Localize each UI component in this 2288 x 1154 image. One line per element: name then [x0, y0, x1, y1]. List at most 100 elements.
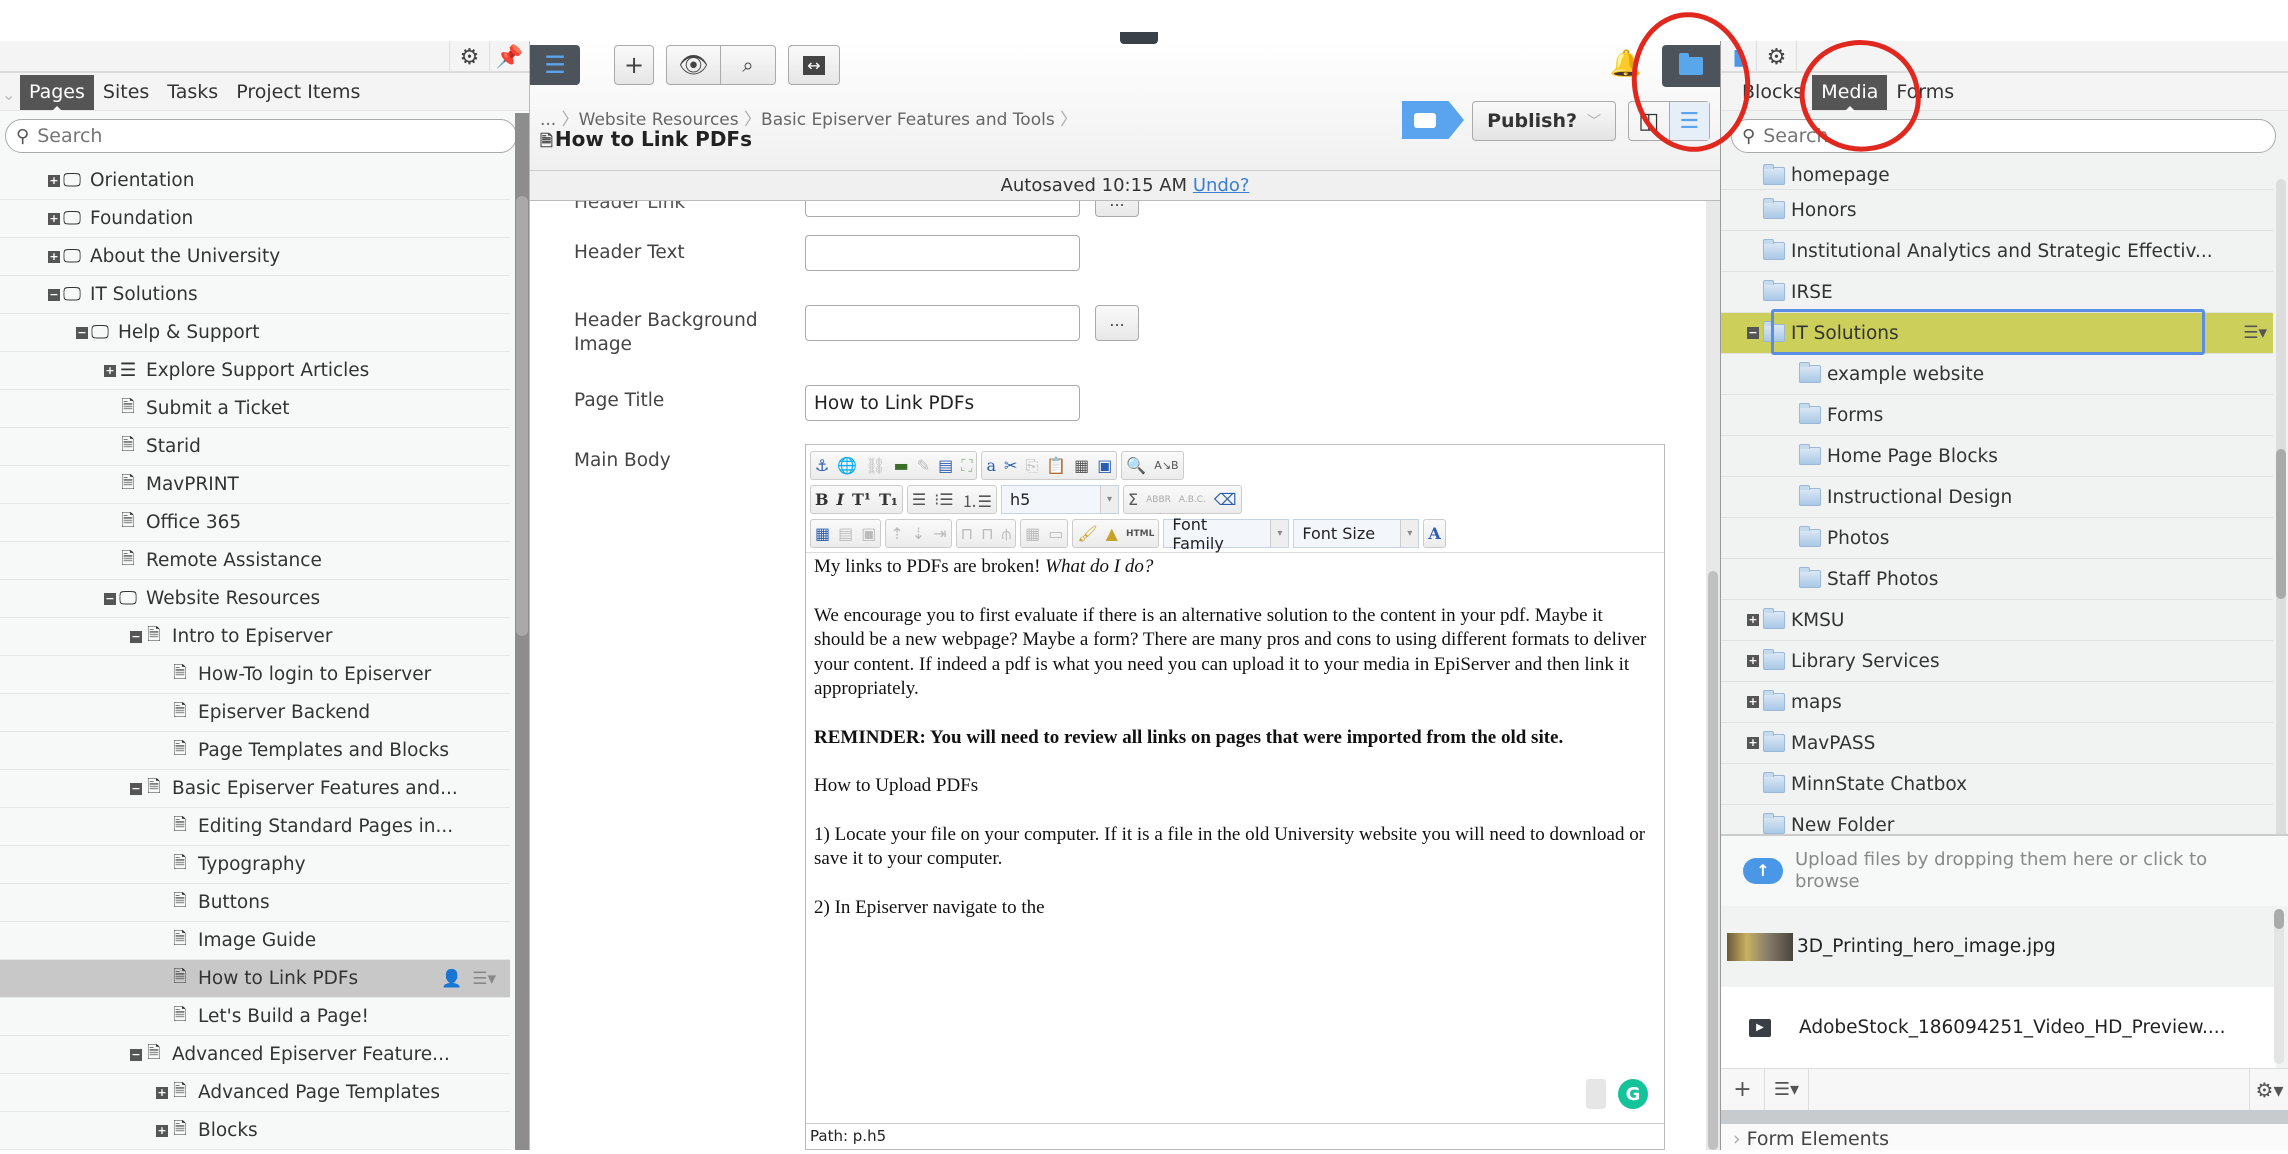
expand-icon[interactable]: + [48, 174, 60, 187]
page-tree-node[interactable]: 🗎 Remote Assistance [0, 542, 510, 580]
media-settings-button[interactable]: ⚙▾ [2249, 1069, 2288, 1111]
page-tree-node[interactable]: 🗎 Page Templates and Blocks [0, 732, 510, 770]
page-tree-node[interactable]: − 🖵 Website Resources [0, 580, 510, 618]
page-tree-node[interactable]: − 🖵 IT Solutions [0, 276, 510, 314]
media-folder-node[interactable]: + Library Services [1721, 641, 2273, 682]
page-tree-node[interactable]: + 🖵 About the University [0, 238, 510, 276]
expand-icon[interactable]: + [156, 1124, 168, 1137]
media-folder-node[interactable]: Institutional Analytics and Strategic Ef… [1721, 231, 2273, 272]
delete-row-icon[interactable]: ⇥ [933, 524, 946, 543]
superscript-icon[interactable]: T¹ [852, 490, 871, 509]
insert-image-icon[interactable]: ▬ [894, 456, 909, 475]
page-tree-node[interactable]: 🗎 Buttons [0, 884, 510, 922]
chevron-down-icon[interactable]: ⌄ [2, 85, 15, 104]
media-file-item[interactable]: ▶ AdobeStock_186094251_Video_HD_Preview..… [1721, 987, 2276, 1068]
expand-icon[interactable]: + [1747, 737, 1759, 749]
row-props-icon[interactable]: ▤ [838, 524, 853, 543]
media-folder-node[interactable]: homepage [1721, 162, 2273, 190]
rte-content[interactable]: My links to PDFs are broken! What do I d… [806, 553, 1664, 946]
cut-icon[interactable]: ✂ [1004, 456, 1017, 475]
block-format-select[interactable]: h5 ▾ [1001, 485, 1119, 514]
media-folder-node[interactable]: − IT Solutions ☰▾ [1721, 309, 2273, 355]
media-folder-node[interactable]: Forms [1721, 395, 2273, 436]
pane-splitter[interactable] [1721, 1110, 2288, 1124]
collapse-icon[interactable]: − [1747, 327, 1759, 339]
page-tree-node[interactable]: 🗎 Editing Standard Pages in... [0, 808, 510, 846]
eraser-icon[interactable]: ⌫ [1214, 490, 1237, 509]
nav-tab-tasks[interactable]: Tasks [158, 75, 227, 110]
settings-gear-icon[interactable]: ⚙ [1757, 41, 1797, 73]
insert-row-before-icon[interactable]: ⇡ [890, 524, 903, 543]
expand-icon[interactable]: + [104, 364, 116, 377]
page-tree-node[interactable]: 🗎 Office 365 [0, 504, 510, 542]
scrollbar-thumb[interactable] [516, 196, 528, 636]
media-folder-node[interactable]: Staff Photos [1721, 559, 2273, 600]
header-link-input[interactable] [805, 201, 1080, 217]
expand-icon[interactable]: + [1747, 614, 1759, 626]
file-list-scrollbar[interactable] [2274, 909, 2284, 1064]
copy-icon[interactable]: ⎘ [1025, 456, 1038, 476]
header-background-image-browse-button[interactable]: ... [1095, 305, 1139, 341]
insert-block-icon[interactable]: ⛶ [961, 456, 972, 476]
cleanup-brush-icon[interactable]: 🖌 [1077, 524, 1097, 543]
undo-link[interactable]: Undo? [1193, 175, 1250, 196]
insert-row-after-icon[interactable]: ⇣ [912, 524, 925, 543]
expand-icon[interactable]: + [1747, 655, 1759, 667]
sigma-icon[interactable]: Σ [1128, 490, 1138, 509]
publish-button[interactable]: Publish? ﹀ [1472, 101, 1616, 141]
page-tree-node[interactable]: − 🗎 Basic Episerver Features and... [0, 770, 510, 808]
settings-gear-icon[interactable]: ⚙ [449, 41, 489, 73]
page-tree-node[interactable]: 🗎 Typography [0, 846, 510, 884]
select-all-icon[interactable]: a [986, 456, 996, 475]
media-folder-node[interactable]: MinnState Chatbox [1721, 764, 2273, 805]
find-icon[interactable]: 🔍 [1126, 456, 1146, 475]
media-folder-node[interactable]: IRSE [1721, 272, 2273, 313]
media-folder-node[interactable]: Photos [1721, 518, 2273, 559]
pages-search-box[interactable]: ⚲ [5, 119, 517, 153]
expand-icon[interactable]: + [48, 250, 60, 263]
media-folder-node[interactable]: + MavPASS [1721, 723, 2273, 764]
media-folder-node[interactable]: example website [1721, 354, 2273, 395]
nav-tab-sites[interactable]: Sites [94, 75, 158, 110]
upload-dropzone[interactable]: ↑ Upload files by dropping them here or … [1721, 834, 2288, 906]
page-tree-node[interactable]: + 🖵 Orientation [0, 162, 510, 200]
page-tree-node[interactable]: − 🗎 Advanced Episerver Feature... [0, 1036, 510, 1074]
extension-icon[interactable] [1586, 1079, 1606, 1109]
italic-icon[interactable]: I [837, 490, 844, 509]
drag-handle[interactable] [1120, 32, 1158, 44]
page-tree-node[interactable]: 🗎 How-To login to Episerver [0, 656, 510, 694]
page-tree-node[interactable]: 🗎 Let's Build a Page! [0, 998, 510, 1036]
context-menu-icon[interactable]: ☰▾ [2243, 323, 2267, 343]
collapse-icon[interactable]: − [76, 326, 88, 339]
nav-tab-pages[interactable]: Pages [20, 75, 94, 111]
page-tree-node[interactable]: − 🖵 Help & Support [0, 314, 510, 352]
html-source-button[interactable]: HTML [1126, 529, 1154, 539]
collapse-icon[interactable]: − [48, 288, 60, 301]
page-title-input[interactable] [805, 385, 1080, 421]
rename-input[interactable] [1771, 309, 2205, 355]
preview-button[interactable]: 👁 [667, 46, 722, 84]
subscript-icon[interactable]: T₁ [879, 490, 898, 509]
page-tree-node[interactable]: 🗎 Submit a Ticket [0, 390, 510, 428]
page-tree-node[interactable]: 🗎 Starid [0, 428, 510, 466]
view-on-site-button[interactable]: ⌕ [721, 46, 775, 84]
insert-media-icon[interactable]: ▤ [938, 456, 953, 475]
pin-icon[interactable]: 📌 [489, 41, 529, 73]
expand-icon[interactable]: + [1747, 696, 1759, 708]
media-context-menu-button[interactable]: ☰▾ [1765, 1068, 1809, 1111]
media-folder-node[interactable]: New Folder [1721, 805, 2273, 834]
merge-cells-icon[interactable]: ▭ [1048, 524, 1063, 543]
bold-icon[interactable]: B [815, 490, 829, 509]
table-props-icon[interactable]: ▦ [815, 524, 830, 543]
paste-text-icon[interactable]: ▦ [1074, 456, 1089, 475]
create-new-button[interactable]: + [614, 45, 654, 85]
page-tree-node[interactable]: 🗎 Image Guide [0, 922, 510, 960]
insert-col-after-icon[interactable]: ⊓ [981, 524, 993, 543]
comment-button[interactable] [1402, 101, 1464, 139]
page-tree-node[interactable]: + ☰ Explore Support Articles [0, 352, 510, 390]
delete-col-icon[interactable]: ⫛ [1002, 524, 1012, 544]
unlink-icon[interactable]: ⛓ [865, 456, 885, 475]
font-size-select[interactable]: Font Size ▾ [1293, 519, 1420, 548]
media-file-item[interactable]: 3D_Printing_hero_image.jpg [1721, 906, 2276, 987]
text-color-button[interactable]: A [1423, 519, 1446, 548]
